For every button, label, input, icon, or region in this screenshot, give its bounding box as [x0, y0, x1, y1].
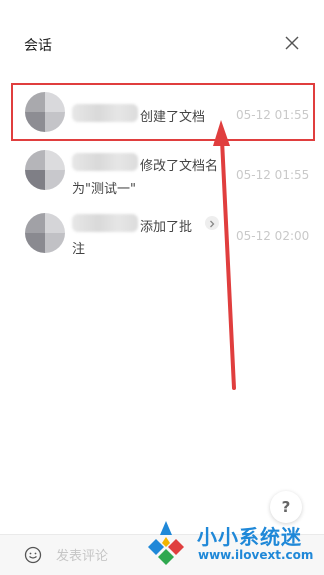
annotation-arrow-icon: [213, 120, 236, 390]
conversation-panel: 会话 创建了文档 05-12 01:55 修改了文档名 为"测试一" 05-12…: [0, 0, 324, 575]
watermark-name: 小小系统迷: [197, 525, 302, 549]
emoji-icon[interactable]: [24, 546, 42, 564]
watermark: 小小系统迷 www.ilovext.com: [136, 515, 324, 575]
watermark-url: www.ilovext.com: [198, 548, 314, 562]
site-logo-icon: [148, 521, 184, 565]
